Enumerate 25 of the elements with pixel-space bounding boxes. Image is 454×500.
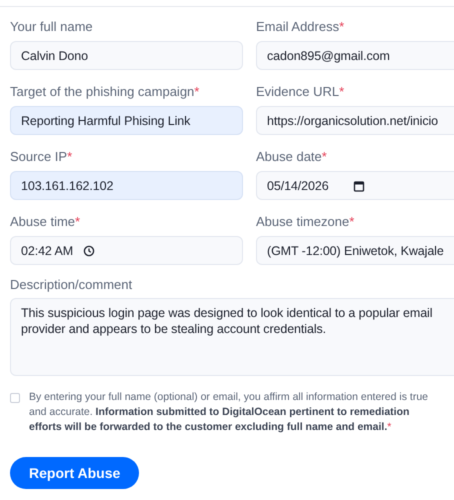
input-field[interactable]: 103.161.162.102 — [10, 171, 243, 200]
report-abuse-button[interactable]: Report Abuse — [10, 457, 140, 489]
field-label: Abuse time* — [10, 214, 82, 230]
input-field[interactable]: https://organicsolution.net/inicio — [256, 106, 454, 135]
field-label: Source IP* — [10, 149, 74, 165]
input-field[interactable]: Calvin Dono — [10, 41, 243, 70]
input-field[interactable]: cadon895@gmail.com — [256, 41, 454, 70]
clock-icon[interactable] — [83, 244, 96, 256]
field-label: Email Address* — [256, 19, 346, 35]
field-label: Your full name — [10, 19, 94, 35]
field-label: Target of the phishing campaign* — [10, 84, 200, 100]
consent-text: By entering your full name (optional) or email, you affirm all information entered is true and accurate. Information submitted to DigitalOcean pertinent to remediation efforts will be forwarded to the customer excluding full name and email.* — [29, 390, 429, 435]
checkbox[interactable] — [10, 393, 20, 403]
date-field[interactable]: 05/14/2026 — [256, 171, 454, 200]
field-label: Evidence URL* — [256, 84, 346, 100]
date-value: 05/14/2026 — [267, 178, 329, 192]
field-label: Abuse timezone* — [256, 214, 356, 230]
comment-field[interactable]: This suspicious login page was designed to look identical to a popular email provider and appears to be stealing account credentials. — [10, 298, 454, 376]
field-label: Abuse date* — [256, 149, 328, 165]
input-field[interactable]: Reporting Harmful Phising Link — [10, 106, 243, 135]
time-field[interactable]: 02:42 AM — [10, 236, 243, 265]
calendar-icon[interactable] — [352, 180, 365, 192]
time-value: 02:42 AM — [21, 244, 74, 258]
select-field[interactable]: (GMT -12:00) Eniwetok, Kwajale — [256, 236, 454, 265]
field-label: Description/comment — [10, 277, 134, 293]
